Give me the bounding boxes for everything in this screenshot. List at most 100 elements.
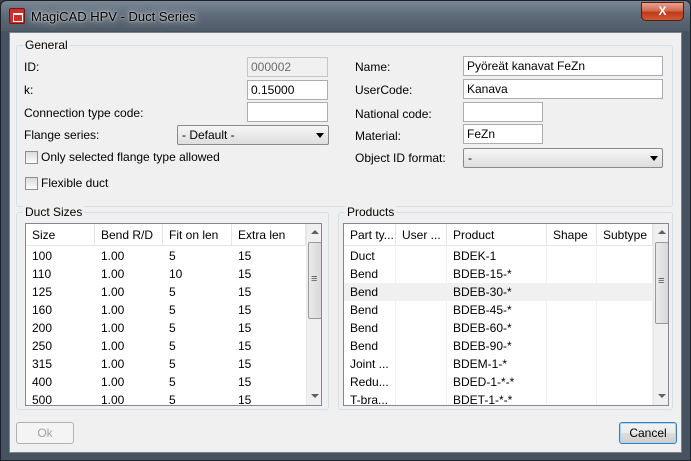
k-field[interactable]: 0.15000: [247, 80, 328, 100]
table-row[interactable]: 125 1.00 5 15: [26, 283, 306, 301]
table-cell: 200: [32, 321, 53, 335]
table-cell: BDEB-90-*: [447, 337, 547, 355]
table-row[interactable]: 500 1.00 5 15: [26, 391, 306, 406]
duct-sizes-list[interactable]: Size Bend R/D Fit on len Extra len 100 1.00 5…: [25, 223, 322, 406]
table-row[interactable]: 250 1.00 5 15: [26, 337, 306, 355]
table-cell: [597, 301, 653, 319]
table-cell: 5: [169, 375, 176, 389]
scroll-thumb[interactable]: [308, 242, 321, 319]
table-cell: 5: [169, 339, 176, 353]
table-cell: 5: [169, 285, 176, 299]
name-field[interactable]: Pyöreät kanavat FeZn: [463, 56, 663, 76]
table-cell: Redu...: [344, 373, 396, 391]
flexible-duct-checkbox[interactable]: [25, 177, 38, 190]
column-header[interactable]: Fit on len: [163, 224, 232, 246]
column-header[interactable]: Bend R/D: [95, 224, 163, 246]
column-header[interactable]: Size: [26, 224, 95, 246]
table-cell: Duct: [344, 247, 396, 265]
table-cell: [547, 391, 597, 405]
column-header[interactable]: Part ty...: [344, 224, 396, 246]
material-field[interactable]: FeZn: [463, 124, 543, 144]
table-cell: 110: [32, 267, 52, 281]
connection-type-field[interactable]: [247, 102, 328, 122]
table-cell: [597, 319, 653, 337]
products-legend: Products: [345, 205, 397, 219]
ok-button[interactable]: Ok: [16, 422, 74, 444]
scroll-down-icon[interactable]: [654, 388, 668, 405]
table-cell: [597, 247, 653, 265]
table-row[interactable]: Joint ... BDEM-1-*: [344, 355, 653, 373]
table-cell: 15: [238, 321, 252, 335]
title-bar[interactable]: MagiCAD HPV - Duct Series X: [1, 1, 690, 31]
close-button[interactable]: X: [641, 2, 684, 21]
table-cell: 15: [238, 285, 252, 299]
table-row[interactable]: 400 1.00 5 15: [26, 373, 306, 391]
column-header[interactable]: Product: [447, 224, 547, 246]
table-cell: [396, 319, 447, 337]
scroll-thumb[interactable]: [655, 242, 668, 324]
table-cell: 1.00: [101, 357, 125, 371]
table-row[interactable]: Bend BDEB-45-*: [344, 301, 653, 319]
table-cell: 1.00: [101, 267, 125, 281]
flexible-duct-label[interactable]: Flexible duct: [41, 176, 108, 190]
table-row[interactable]: Bend BDEB-60-*: [344, 319, 653, 337]
national-code-field[interactable]: [463, 102, 543, 122]
window-title: MagiCAD HPV - Duct Series: [31, 9, 196, 24]
scroll-down-icon[interactable]: [307, 388, 321, 405]
only-selected-flange-label[interactable]: Only selected flange type allowed: [41, 150, 220, 164]
duct-sizes-scrollbar[interactable]: [306, 224, 321, 405]
products-list[interactable]: Part ty... User ... Product Shape Subtype Du…: [343, 223, 669, 406]
table-row[interactable]: 315 1.00 5 15: [26, 355, 306, 373]
table-cell: Bend: [344, 265, 396, 283]
table-row[interactable]: 110 1.00 10 15: [26, 265, 306, 283]
column-header[interactable]: Subtype: [597, 224, 653, 246]
chevron-down-icon: [650, 156, 658, 161]
scroll-up-icon[interactable]: [654, 224, 668, 241]
table-cell: [547, 301, 597, 319]
table-cell: [396, 265, 447, 283]
material-label: Material:: [355, 129, 402, 143]
table-row[interactable]: 100 1.00 5 15: [26, 247, 306, 265]
only-selected-flange-checkbox[interactable]: [25, 151, 38, 164]
products-scrollbar[interactable]: [653, 224, 668, 405]
table-row[interactable]: Redu... BDED-1-*-*: [344, 373, 653, 391]
table-cell: 15: [238, 303, 252, 317]
table-row[interactable]: T-bra... BDET-1-*-*: [344, 391, 653, 405]
table-cell: BDET-1-*-*: [447, 391, 547, 405]
table-cell: BDEK-1: [447, 247, 547, 265]
table-row[interactable]: 200 1.00 5 15: [26, 319, 306, 337]
dialog-window: MagiCAD HPV - Duct Series X General ID: …: [0, 0, 691, 461]
column-header[interactable]: User ...: [396, 224, 447, 246]
object-id-format-combo[interactable]: -: [463, 148, 663, 168]
table-cell: 160: [32, 303, 53, 317]
usercode-label: UserCode:: [355, 83, 413, 97]
table-cell: 5: [169, 357, 176, 371]
table-cell: [597, 265, 653, 283]
column-header[interactable]: Shape: [547, 224, 597, 246]
table-cell: 15: [238, 357, 252, 371]
id-field[interactable]: 000002: [247, 57, 328, 77]
table-row[interactable]: Bend BDEB-90-*: [344, 337, 653, 355]
table-cell: 1.00: [101, 393, 125, 406]
cancel-button[interactable]: Cancel: [619, 422, 677, 444]
table-cell: [547, 247, 597, 265]
usercode-field[interactable]: Kanava: [463, 79, 663, 99]
table-row[interactable]: 160 1.00 5 15: [26, 301, 306, 319]
table-row[interactable]: Bend BDEB-15-*: [344, 265, 653, 283]
table-cell: 1.00: [101, 285, 125, 299]
column-header[interactable]: Extra len: [232, 224, 306, 246]
table-cell: [547, 319, 597, 337]
table-cell: [597, 337, 653, 355]
object-id-format-label: Object ID format:: [355, 151, 446, 165]
table-cell: Bend: [344, 283, 396, 301]
table-cell: 5: [169, 321, 176, 335]
scroll-up-icon[interactable]: [307, 224, 321, 241]
table-row[interactable]: Bend BDEB-30-*: [344, 283, 653, 301]
table-cell: 1.00: [101, 321, 125, 335]
table-cell: [396, 301, 447, 319]
table-cell: 5: [169, 393, 176, 406]
table-cell: [396, 337, 447, 355]
flange-series-combo[interactable]: - Default -: [177, 125, 329, 145]
table-cell: Bend: [344, 319, 396, 337]
table-row[interactable]: Duct BDEK-1: [344, 247, 653, 265]
